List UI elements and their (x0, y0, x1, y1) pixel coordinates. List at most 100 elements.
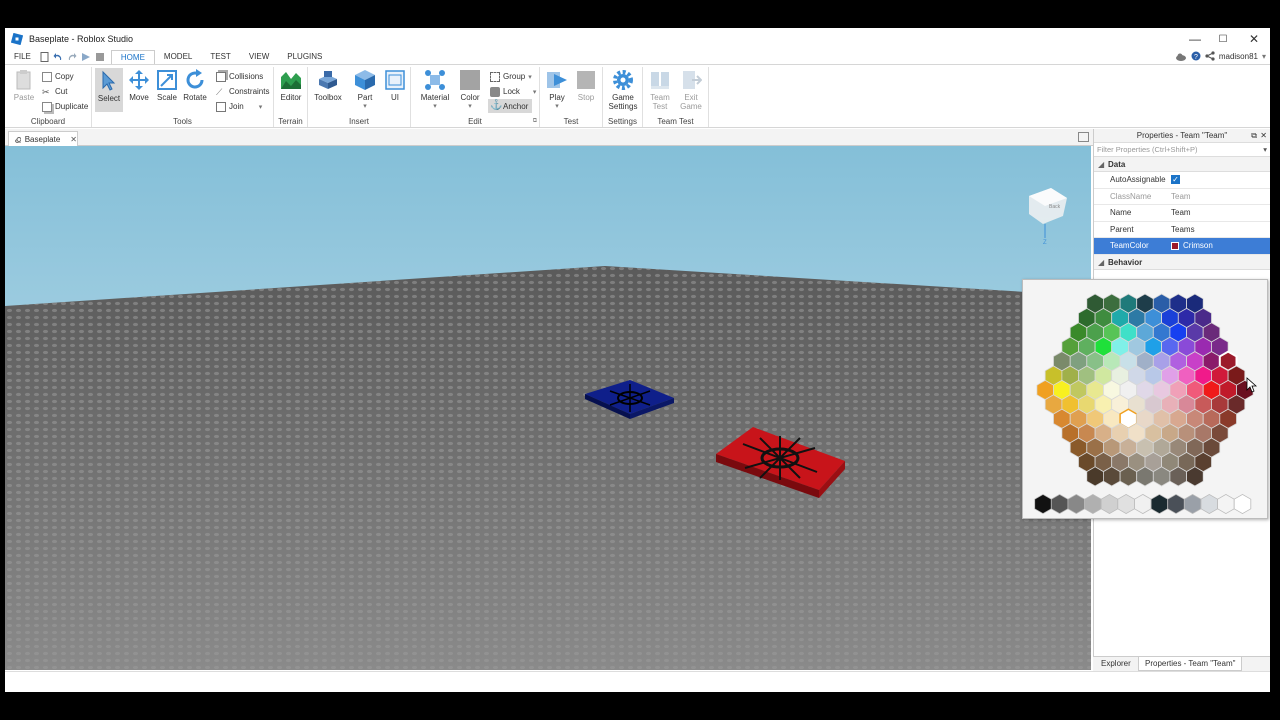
teamcolor-value[interactable]: Crimson (1168, 241, 1270, 250)
chevron-down-icon[interactable]: ▾ (1262, 52, 1266, 61)
rotate-button[interactable]: Rotate (181, 69, 209, 102)
paste-button[interactable]: Paste (9, 69, 39, 102)
clipboard-group-label: Clipboard (30, 117, 66, 126)
brickcolor-picker[interactable] (1022, 279, 1268, 519)
move-button[interactable]: Move (125, 69, 153, 102)
minimize-button[interactable]: — (1180, 28, 1210, 50)
grayscale-hex-swatch[interactable] (1067, 493, 1085, 515)
stop-label: Stop (577, 93, 595, 102)
join-checkbox-icon (216, 101, 226, 112)
part-button[interactable]: Part ▾ (351, 69, 379, 110)
close-icon[interactable]: ✕ (1260, 129, 1267, 143)
close-button[interactable]: ✕ (1239, 28, 1269, 50)
terrain-editor-button[interactable]: Editor (277, 69, 305, 102)
property-row-autoassignable[interactable]: AutoAssignable ✓ (1094, 172, 1270, 189)
close-icon[interactable]: ✕ (70, 135, 77, 144)
constraints-label: Constraints (229, 87, 270, 96)
property-row-parent[interactable]: Parent Teams (1094, 222, 1270, 238)
play-button[interactable]: Play ▾ (543, 69, 571, 110)
username[interactable]: madison81 (1219, 52, 1258, 61)
grayscale-hex-swatch[interactable] (1050, 493, 1069, 515)
grayscale-hex-swatch[interactable] (1100, 493, 1119, 515)
grayscale-hex-swatch[interactable] (1084, 493, 1102, 515)
category-data[interactable]: ◢ Data (1094, 157, 1270, 172)
document-tab-bar: Baseplate ✕ (5, 129, 1093, 146)
color-button[interactable]: Color ▾ (456, 69, 484, 110)
join-toggle[interactable]: Join ▾ (216, 100, 262, 113)
group-button[interactable]: Group ▾ (490, 70, 532, 83)
maximize-viewport-icon[interactable] (1078, 132, 1089, 142)
category-behavior[interactable]: ◢ Behavior (1094, 254, 1270, 270)
autoassignable-checkbox[interactable]: ✓ (1168, 175, 1270, 185)
group-label: Group (503, 72, 526, 81)
grayscale-hex-swatch[interactable] (1117, 493, 1135, 515)
new-file-icon[interactable] (40, 52, 49, 62)
3d-viewport[interactable]: Back Z (5, 146, 1091, 670)
exit-game-label-1: Exit (684, 93, 698, 102)
lock-button[interactable]: Lock ▾ (490, 85, 536, 98)
tab-properties[interactable]: Properties - Team "Team" (1138, 657, 1243, 671)
grayscale-hex-swatch[interactable] (1183, 493, 1202, 515)
select-label: Select (97, 94, 121, 103)
filter-properties-input[interactable]: Filter Properties (Ctrl+Shift+P) ▾ (1094, 143, 1270, 157)
property-row-teamcolor[interactable]: TeamColor Crimson (1094, 238, 1270, 255)
tab-file[interactable]: FILE (5, 50, 40, 64)
grayscale-hex-swatch[interactable] (1034, 493, 1052, 515)
lock-icon (490, 86, 500, 97)
game-settings-button[interactable]: Game Settings (607, 69, 639, 111)
rotate-label: Rotate (183, 93, 207, 102)
cloud-icon[interactable] (1175, 52, 1187, 61)
anchor-button[interactable]: ⚓ Anchor (488, 99, 533, 113)
material-button[interactable]: Material ▾ (417, 69, 453, 110)
scale-button[interactable]: Scale (153, 69, 181, 102)
tools-group: Select Move Scale Rotate Collisions ⟋ Con… (92, 67, 274, 127)
property-key: ClassName (1110, 191, 1152, 201)
grayscale-hex-swatch[interactable] (1217, 493, 1235, 515)
chevron-down-icon[interactable]: ▾ (1263, 143, 1267, 157)
team-test-group-label: Team Test (657, 117, 694, 126)
dialog-launcher-icon[interactable]: ⧉ (533, 118, 537, 125)
help-icon[interactable]: ? (1191, 51, 1201, 61)
property-row-classname[interactable]: ClassName Team (1094, 189, 1270, 205)
tab-model[interactable]: MODEL (155, 50, 201, 64)
undo-icon[interactable] (53, 52, 63, 62)
property-value[interactable]: Team (1168, 208, 1270, 217)
chevron-down-icon: ▾ (433, 103, 437, 110)
tab-baseplate[interactable]: Baseplate ✕ (8, 131, 78, 146)
copy-button[interactable]: Copy (42, 70, 74, 83)
select-button[interactable]: Select (95, 68, 123, 112)
color-swatch (1171, 241, 1179, 250)
property-value[interactable]: Teams (1168, 225, 1270, 234)
pin-icon[interactable]: ⧉ (1251, 129, 1257, 143)
ui-button[interactable]: UI (381, 69, 409, 102)
constraints-toggle[interactable]: ⟋ Constraints (216, 85, 269, 98)
tab-plugins[interactable]: PLUGINS (278, 50, 331, 64)
tab-test[interactable]: TEST (201, 50, 239, 64)
duplicate-button[interactable]: Duplicate (42, 100, 88, 113)
share-icon[interactable] (1205, 51, 1215, 61)
tab-explorer[interactable]: Explorer (1095, 657, 1137, 671)
chevron-down-icon: ▾ (555, 103, 559, 110)
grayscale-hex-swatch[interactable] (1134, 493, 1152, 515)
rotate-icon (186, 69, 204, 89)
checkbox-checked-icon: ✓ (1171, 175, 1180, 185)
grayscale-hex-swatch[interactable] (1233, 493, 1252, 515)
stop-small-icon[interactable] (95, 52, 105, 62)
window-title: Baseplate - Roblox Studio (29, 34, 134, 44)
cut-button[interactable]: ✂ Cut (42, 85, 67, 98)
tab-home[interactable]: HOME (110, 50, 155, 64)
grayscale-hex-swatch[interactable] (1150, 493, 1169, 515)
toolbox-button[interactable]: Toolbox (311, 69, 345, 102)
exit-game-button[interactable]: Exit Game (677, 69, 705, 111)
team-test-button[interactable]: Team Test (646, 69, 674, 111)
play-here-icon[interactable] (81, 52, 91, 62)
grayscale-hex-swatch[interactable] (1167, 493, 1185, 515)
tab-view[interactable]: VIEW (240, 50, 278, 64)
terrain-group: Editor Terrain (274, 67, 308, 127)
collisions-toggle[interactable]: Collisions (216, 70, 263, 83)
grayscale-hex-swatch[interactable] (1200, 493, 1219, 515)
stop-button[interactable]: Stop (572, 69, 600, 102)
redo-icon[interactable] (67, 52, 77, 62)
maximize-button[interactable]: ☐ (1208, 28, 1238, 50)
property-row-name[interactable]: Name Team (1094, 205, 1270, 222)
